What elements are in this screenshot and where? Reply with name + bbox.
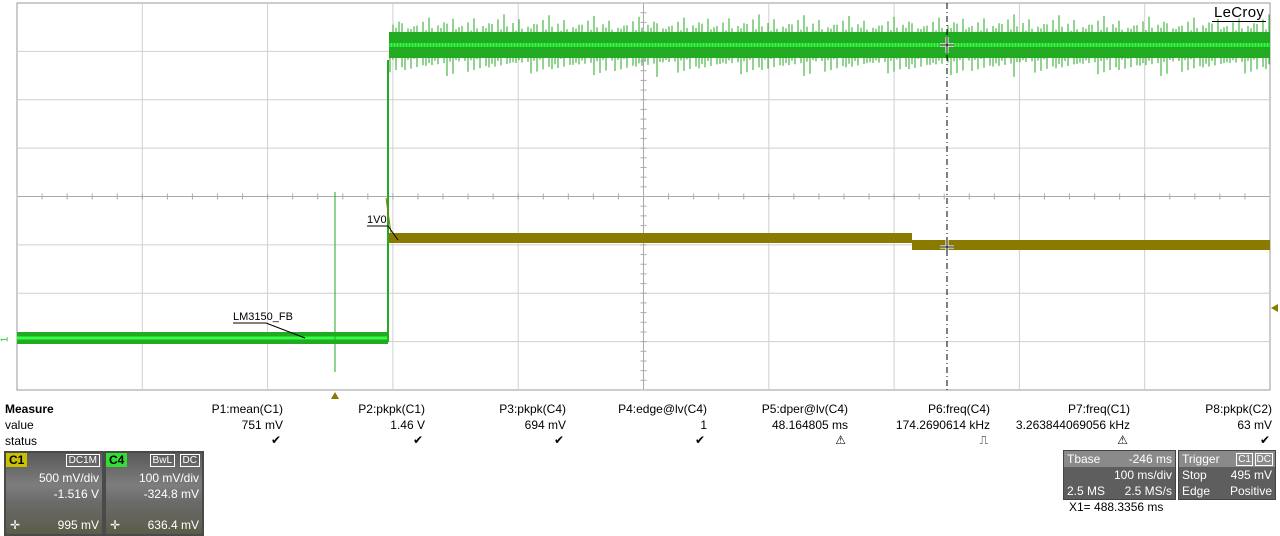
graticule (16, 2, 1271, 391)
bandwidth-badge: BwL (149, 454, 175, 467)
measure-param-name[interactable]: P2:pkpk(C1) (358, 402, 425, 416)
channel-c1-panel[interactable]: C1 DC1M 500 mV/div -1.516 V ✛ 995 mV (4, 451, 104, 536)
trigger-coupling: DC (1254, 453, 1273, 466)
measure-status-icon: ✔ (412, 433, 423, 447)
measure-status-icon: ⚠ (835, 433, 846, 447)
channel-tag: C1 (6, 453, 28, 467)
channel-scale: 100 mV/div (138, 471, 199, 485)
coupling-badge: DC1M (65, 454, 100, 467)
measure-param-value: 694 mV (524, 418, 566, 432)
cursor-readout: X1= 488.3356 ms (1069, 500, 1164, 514)
measure-status-icon: ✔ (553, 433, 564, 447)
channel-scale: 500 mV/div (38, 471, 99, 485)
trigger-mode: Stop (1182, 468, 1207, 482)
c4-trace-a (389, 233, 912, 243)
trigger-level: 495 mV (1230, 468, 1272, 482)
measure-param-name[interactable]: P3:pkpk(C4) (499, 402, 566, 416)
level-pin-icon: ✛ (10, 518, 21, 532)
trace-label-c1: LM3150_FB (233, 311, 293, 323)
timebase-samples: 2.5 MS (1067, 484, 1106, 498)
measure-title: Measure (5, 402, 54, 416)
measure-param-name[interactable]: P7:freq(C1) (1068, 402, 1130, 416)
measure-param-value: 48.164805 ms (771, 418, 848, 432)
trigger-time-marker (331, 392, 339, 399)
trigger-type: Edge (1182, 484, 1211, 498)
timebase-scale: 100 ms/div (1113, 468, 1172, 482)
trigger-slope: Positive (1229, 484, 1272, 498)
measure-param-name[interactable]: P5:dper@lv(C4) (762, 402, 848, 416)
measure-param-value: 174.2690614 kHz (895, 418, 990, 432)
trigger-source: C1 (1236, 453, 1253, 466)
c4-trace-b (912, 240, 1270, 250)
trace-label-c4: 1V0 (367, 214, 387, 226)
measure-param-value: 1 (700, 418, 707, 432)
measure-row-value: value (5, 418, 34, 432)
channel-level: 995 mV (57, 518, 99, 532)
brand-logo: LeCroy (1212, 4, 1267, 22)
channel-level: 636.4 mV (147, 518, 199, 532)
measure-table: Measure value status P1:mean(C1) 751 mV ✔ P… (0, 401, 1280, 448)
traces (17, 3, 1278, 399)
measure-status-icon: ✔ (694, 433, 705, 447)
waveform-display[interactable]: LeCroy 1V0 LM3150_FB 1 (0, 0, 1280, 400)
measure-param-value: 1.46 V (390, 418, 425, 432)
measure-param-value: 751 mV (241, 418, 283, 432)
measure-param-name[interactable]: P8:pkpk(C2) (1205, 402, 1272, 416)
timebase-delay: -246 ms (1128, 452, 1172, 466)
coupling-badge: DC (179, 454, 200, 467)
measure-row-status: status (5, 434, 38, 448)
channel-offset: -324.8 mV (143, 487, 199, 501)
channel-tag: C4 (106, 453, 128, 467)
measure-status-icon: ⎍ (979, 433, 988, 447)
timebase-rate: 2.5 MS/s (1124, 484, 1172, 498)
measure-param-value: 3.263844069056 kHz (1015, 418, 1130, 432)
channel-c4-panel[interactable]: C4 BwL DC 100 mV/div -324.8 mV ✛ 636.4 m… (104, 451, 204, 536)
measure-status-icon: ✔ (1259, 433, 1270, 447)
channel-offset: -1.516 V (53, 487, 99, 501)
waveform-grid (16, 2, 1278, 399)
level-pin-icon: ✛ (110, 518, 121, 532)
measure-status-icon: ✔ (270, 433, 281, 447)
measure-param-name[interactable]: P4:edge@lv(C4) (618, 402, 707, 416)
measure-status-icon: ⚠ (1117, 433, 1128, 447)
measure-param-name[interactable]: P1:mean(C1) (212, 402, 283, 416)
timebase-panel[interactable]: Tbase -246 ms 100 ms/div 2.5 MS 2.5 MS/s (1063, 450, 1176, 500)
timebase-label: Tbase (1067, 452, 1101, 466)
trigger-level-marker (1271, 304, 1278, 312)
measure-param-name[interactable]: P6:freq(C4) (928, 402, 990, 416)
measure-param-value: 63 mV (1237, 418, 1272, 432)
channel-marker-left: 1 (0, 336, 11, 343)
trigger-panel[interactable]: Trigger C1 DC Stop 495 mV Edge Positive (1178, 450, 1276, 500)
trigger-label: Trigger (1182, 452, 1220, 466)
